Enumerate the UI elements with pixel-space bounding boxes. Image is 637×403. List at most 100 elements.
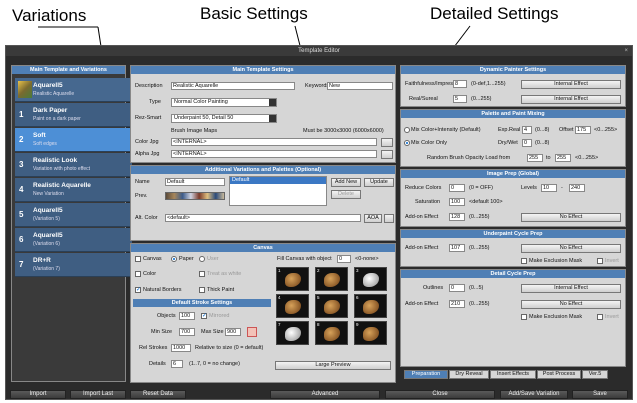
alpha-jpg-browse-button[interactable] <box>381 150 393 159</box>
levels-low-field[interactable]: 10 <box>541 184 557 192</box>
import-button[interactable]: Import <box>10 390 66 399</box>
description-field[interactable]: Realistic Aquarelle <box>171 82 295 90</box>
variation-list[interactable]: Default <box>229 176 327 206</box>
stroke-settings-header: Default Stroke Settings <box>133 299 271 307</box>
variation-item-1[interactable]: 1 Dark Paper Paint on a dark paper <box>15 103 132 127</box>
offset-label: Offset <box>559 127 574 133</box>
variation-number: 2 <box>19 135 24 144</box>
reduce-colors-field[interactable]: 0 <box>449 184 465 192</box>
levels-high-field[interactable]: 240 <box>569 184 585 192</box>
size-lock-icon[interactable] <box>247 327 257 337</box>
rel-strokes-field[interactable]: 1000 <box>171 344 191 352</box>
tab-preparation[interactable]: Preparation <box>404 370 448 379</box>
prep-no-effect-button[interactable]: No Effect <box>521 213 621 222</box>
details-field[interactable]: 6 <box>171 360 183 368</box>
rez-smart-select[interactable]: Underpaint 50, Detail 50 <box>171 114 277 123</box>
outlines-field[interactable]: 0 <box>449 284 465 292</box>
close-icon[interactable]: × <box>624 46 628 56</box>
underpaint-no-effect-button[interactable]: No Effect <box>521 244 621 253</box>
natural-borders-checkbox[interactable] <box>135 286 141 293</box>
color-label: Color <box>143 271 157 277</box>
variation-item-main[interactable]: Aquarell5 Realistic Aquarelle <box>15 78 132 102</box>
min-size-field[interactable]: 700 <box>179 328 195 336</box>
underpaint-invert-checkbox[interactable] <box>597 258 603 264</box>
color-jpg-field[interactable]: <INTERNAL> <box>171 138 377 146</box>
detail-invert-checkbox[interactable] <box>597 314 603 320</box>
brush-thumbnail[interactable]: 9 <box>354 321 387 345</box>
objects-field[interactable]: 100 <box>179 312 195 320</box>
variation-item-6[interactable]: 6 Aquarell5 (Variation 6) <box>15 228 132 252</box>
variation-item-2[interactable]: 2 Soft Soft edges <box>15 128 132 152</box>
brush-thumbnail[interactable]: 2 <box>315 267 348 291</box>
random-opacity-to-field[interactable]: 255 <box>555 154 571 162</box>
aoa-button[interactable]: AOA <box>364 214 382 223</box>
real-sureal-field[interactable]: 5 <box>453 95 467 103</box>
variation-item-7[interactable]: 7 DR+R (Variation 7) <box>15 253 132 277</box>
delete-button[interactable]: Delete <box>331 190 361 199</box>
faithfulness-internal-effect-button[interactable]: Internal Effect <box>521 80 621 89</box>
tab-post-process[interactable]: Post Process <box>537 370 581 379</box>
paper-radio[interactable] <box>171 256 177 262</box>
brush-thumbnail[interactable]: 5 <box>315 294 348 318</box>
thick-paint-checkbox[interactable] <box>199 287 205 293</box>
keywords-field[interactable]: New <box>327 82 393 90</box>
add-save-variation-button[interactable]: Add/Save Variation <box>500 390 568 399</box>
large-preview-button[interactable]: Large Preview <box>275 361 391 370</box>
treat-white-checkbox[interactable] <box>199 271 205 277</box>
tab-ver5[interactable]: Ver.5 <box>582 370 608 379</box>
mix-color-only-radio[interactable] <box>404 140 410 146</box>
alt-color-browse-button[interactable] <box>384 214 394 223</box>
detail-no-effect-button[interactable]: No Effect <box>521 300 621 309</box>
reset-data-button[interactable]: Reset Data <box>130 390 186 399</box>
alpha-jpg-field[interactable]: <INTERNAL> <box>171 150 377 158</box>
outlines-internal-effect-button[interactable]: Internal Effect <box>521 284 621 293</box>
exp-real-field[interactable]: 4 <box>522 126 532 134</box>
underpaint-mask-checkbox[interactable] <box>521 258 527 264</box>
mirrored-checkbox[interactable] <box>201 312 207 319</box>
underpaint-addon-field[interactable]: 107 <box>449 244 465 252</box>
keywords-label: Keywords <box>305 83 330 89</box>
brush-thumbnail[interactable]: 7 <box>276 321 309 345</box>
dry-wet-field[interactable]: 0 <box>522 139 532 147</box>
fill-canvas-note: <0-none> <box>355 256 379 262</box>
add-new-button[interactable]: Add New <box>331 178 361 187</box>
brush-thumbnail[interactable]: 4 <box>276 294 309 318</box>
random-opacity-from-field[interactable]: 255 <box>527 154 543 162</box>
variation-item-4[interactable]: 4 Realistic Aquarelle New Variation <box>15 178 132 202</box>
saturation-field[interactable]: 100 <box>449 198 465 206</box>
tab-dry-reveal[interactable]: Dry Reveal <box>449 370 489 379</box>
brush-thumbnail[interactable]: 1 <box>276 267 309 291</box>
user-radio[interactable] <box>199 256 205 262</box>
variation-number: 1 <box>19 110 24 119</box>
detail-addon-field[interactable]: 210 <box>449 300 465 308</box>
brush-thumbnail[interactable]: 8 <box>315 321 348 345</box>
variation-list-item[interactable]: Default <box>230 177 326 184</box>
fill-canvas-field[interactable]: 0 <box>337 255 351 263</box>
variation-subtitle: Realistic Aquarelle <box>33 91 75 97</box>
color-jpg-browse-button[interactable] <box>381 138 393 147</box>
type-select[interactable]: Normal Color Painting <box>171 98 277 107</box>
close-button[interactable]: Close <box>385 390 495 399</box>
tab-insert-effects[interactable]: Insert Effects <box>490 370 536 379</box>
alt-color-field[interactable]: <default> <box>165 214 361 222</box>
prep-addon-field[interactable]: 128 <box>449 213 465 221</box>
advanced-button[interactable]: Advanced <box>270 390 380 399</box>
update-button[interactable]: Update <box>364 178 394 187</box>
brush-thumbnail[interactable]: 3 <box>354 267 387 291</box>
offset-field[interactable]: 175 <box>575 126 591 134</box>
color-checkbox[interactable] <box>135 271 141 277</box>
variation-item-3[interactable]: 3 Realistic Look Variation with photo ef… <box>15 153 132 177</box>
faithfulness-field[interactable]: 8 <box>453 80 467 88</box>
import-last-button[interactable]: Import Last <box>70 390 126 399</box>
variation-item-5[interactable]: 5 Aquarell5 (Variation 5) <box>15 203 132 227</box>
canvas-checkbox[interactable] <box>135 256 141 262</box>
brush-thumbnail[interactable]: 6 <box>354 294 387 318</box>
max-size-field[interactable]: 900 <box>225 328 241 336</box>
variation-name-field[interactable]: Default <box>165 178 225 186</box>
save-button[interactable]: Save <box>572 390 628 399</box>
mix-color-intensity-radio[interactable] <box>404 127 410 133</box>
detail-cycle-panel: Detail Cycle Prep Outlines 0 (0...5) Int… <box>400 269 626 367</box>
detail-mask-checkbox[interactable] <box>521 314 527 320</box>
detail-addon-label: Add-on Effect <box>405 301 439 307</box>
real-internal-effect-button[interactable]: Internal Effect <box>521 95 621 104</box>
